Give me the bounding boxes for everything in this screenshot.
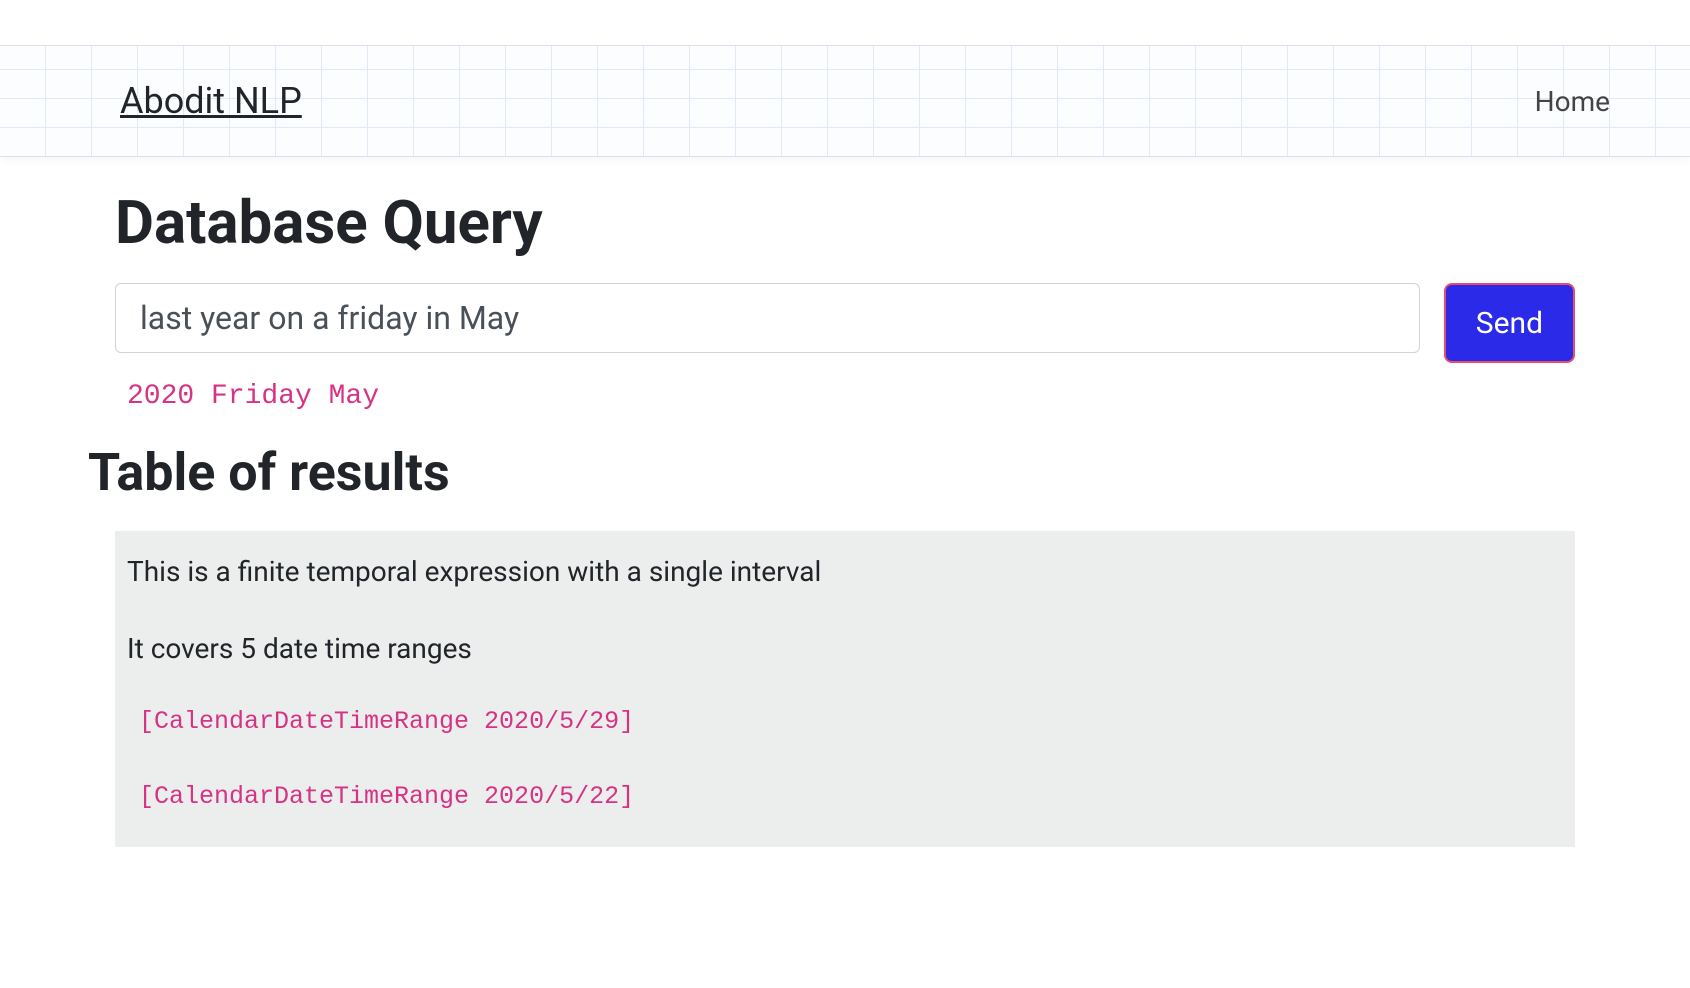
query-input[interactable] <box>115 283 1420 353</box>
date-range-item: [CalendarDateTimeRange 2020/5/22] <box>127 776 1563 817</box>
header: Abodit NLP Home <box>0 45 1690 157</box>
nav-home[interactable]: Home <box>1535 85 1610 118</box>
brand-link[interactable]: Abodit NLP <box>120 80 302 122</box>
page-title: Database Query <box>115 187 1575 258</box>
query-row: Send <box>115 283 1575 363</box>
query-input-wrap <box>115 283 1420 353</box>
main-container: Database Query Send 2020 Friday May Tabl… <box>0 157 1690 847</box>
results-box: This is a finite temporal expression wit… <box>115 531 1575 847</box>
results-title: Table of results <box>88 442 1575 503</box>
send-button[interactable]: Send <box>1444 283 1575 363</box>
parsed-output: 2020 Friday May <box>127 381 1575 412</box>
date-range-item: [CalendarDateTimeRange 2020/5/29] <box>127 701 1563 742</box>
result-coverage: It covers 5 date time ranges <box>127 624 1563 673</box>
result-description: This is a finite temporal expression wit… <box>127 547 1563 596</box>
